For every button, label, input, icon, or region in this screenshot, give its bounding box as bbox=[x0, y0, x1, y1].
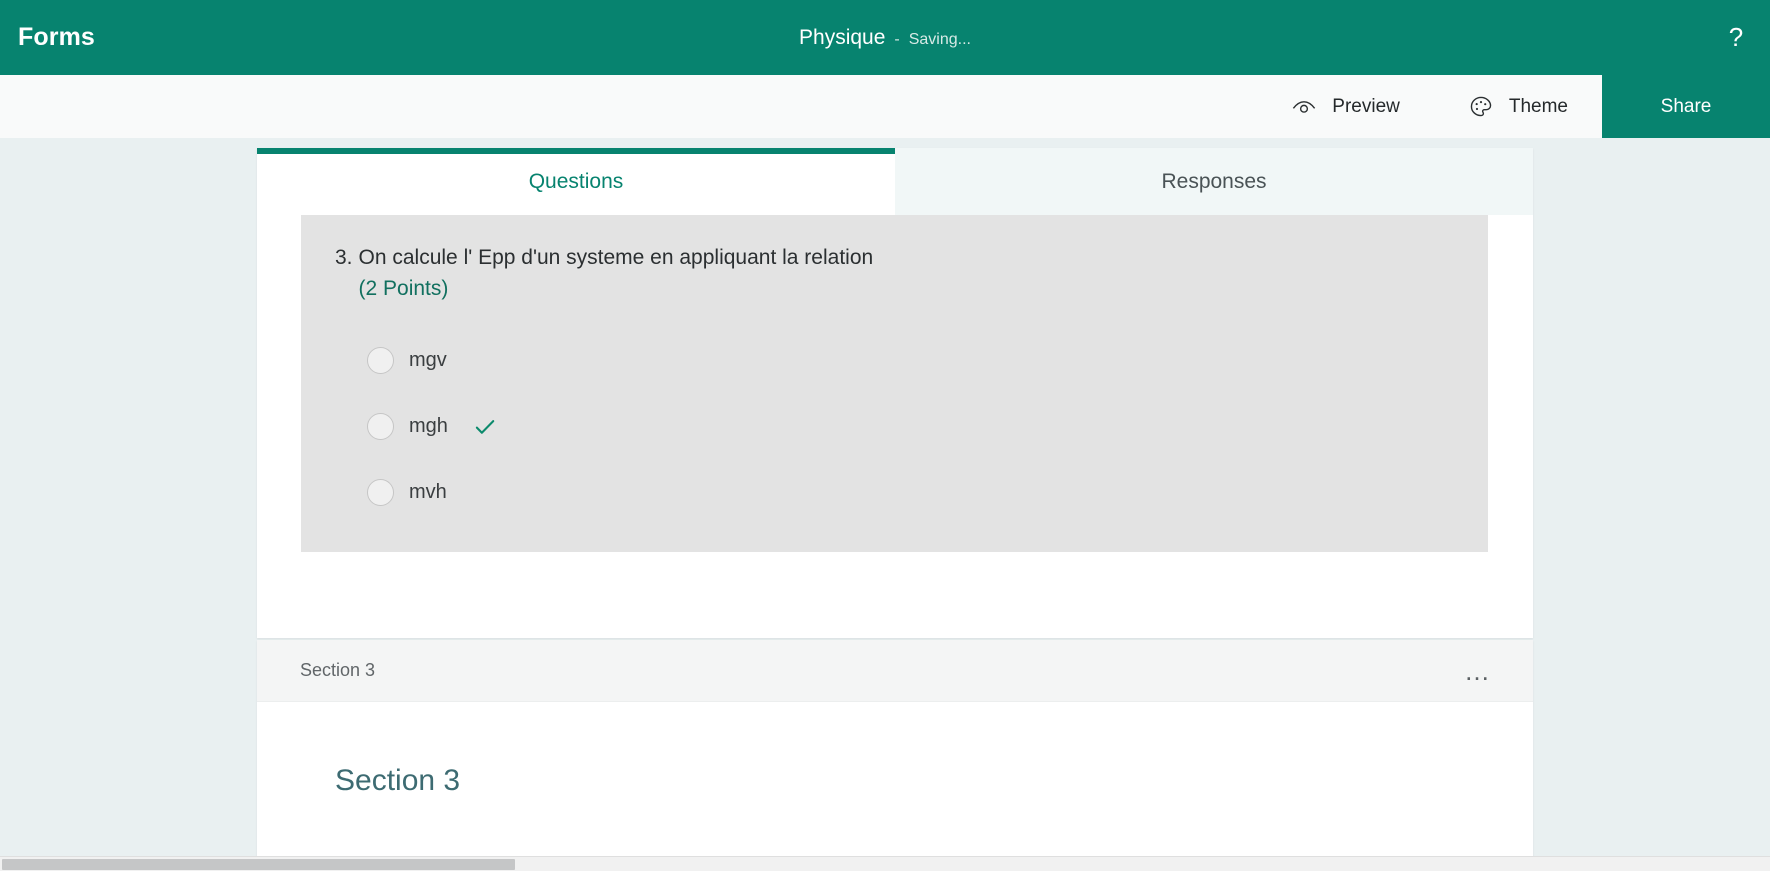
question-number: 3. bbox=[335, 246, 353, 269]
form-title-group: Physique - Saving... bbox=[799, 26, 971, 50]
eye-icon bbox=[1291, 94, 1317, 120]
preview-button[interactable]: Preview bbox=[1257, 75, 1434, 138]
share-button[interactable]: Share bbox=[1602, 75, 1770, 138]
questions-pane: 3. On calcule l' Epp d'un systeme en app… bbox=[257, 215, 1533, 638]
radio-button-icon[interactable] bbox=[367, 347, 394, 375]
tab-responses[interactable]: Responses bbox=[895, 148, 1533, 215]
form-title[interactable]: Physique bbox=[799, 26, 885, 50]
section-header[interactable]: Section 3 … bbox=[257, 640, 1533, 702]
choice-label: mvh bbox=[409, 481, 447, 504]
palette-icon bbox=[1468, 94, 1494, 120]
app-header: Forms Physique - Saving... ? bbox=[0, 0, 1770, 75]
command-bar: Preview Theme Share bbox=[0, 75, 1770, 138]
checkmark-icon bbox=[472, 414, 498, 440]
preview-label: Preview bbox=[1332, 95, 1400, 117]
radio-button-icon[interactable] bbox=[367, 479, 394, 507]
question-card-3[interactable]: 3. On calcule l' Epp d'un systeme en app… bbox=[301, 215, 1488, 552]
section-body: Section 3 bbox=[257, 702, 1533, 871]
question-header: 3. On calcule l' Epp d'un systeme en app… bbox=[301, 243, 1488, 304]
choice-label: mgv bbox=[409, 349, 447, 372]
help-icon[interactable]: ? bbox=[1716, 18, 1756, 58]
section-card: Section 3 … Section 3 bbox=[257, 640, 1533, 871]
question-text: On calcule l' Epp d'un systeme en appliq… bbox=[358, 246, 874, 269]
choice-row[interactable]: mgh bbox=[367, 394, 1488, 460]
theme-button[interactable]: Theme bbox=[1434, 75, 1602, 138]
horizontal-scrollbar[interactable] bbox=[0, 856, 1770, 871]
radio-button-icon[interactable] bbox=[367, 413, 394, 441]
tab-questions[interactable]: Questions bbox=[257, 148, 895, 215]
ellipsis-icon[interactable]: … bbox=[1458, 654, 1499, 688]
save-status-text: Saving... bbox=[908, 30, 971, 48]
form-editor-card: Questions Responses 3. On calcule l' Epp… bbox=[257, 148, 1533, 638]
app-brand-forms: Forms bbox=[18, 23, 95, 51]
section-title[interactable]: Section 3 bbox=[335, 764, 1533, 798]
tab-list: Questions Responses bbox=[257, 148, 1533, 215]
section-header-label: Section 3 bbox=[300, 660, 376, 680]
form-canvas: Questions Responses 3. On calcule l' Epp… bbox=[0, 138, 1770, 871]
title-separator: - bbox=[894, 30, 900, 48]
choice-list: mgv mgh mvh bbox=[301, 328, 1488, 526]
theme-label: Theme bbox=[1508, 95, 1568, 117]
choice-label: mgh bbox=[409, 415, 448, 438]
choice-row[interactable]: mvh bbox=[367, 460, 1488, 526]
choice-row[interactable]: mgv bbox=[367, 328, 1488, 394]
question-points: (2 Points) bbox=[358, 276, 449, 300]
scrollbar-thumb[interactable] bbox=[2, 859, 515, 870]
